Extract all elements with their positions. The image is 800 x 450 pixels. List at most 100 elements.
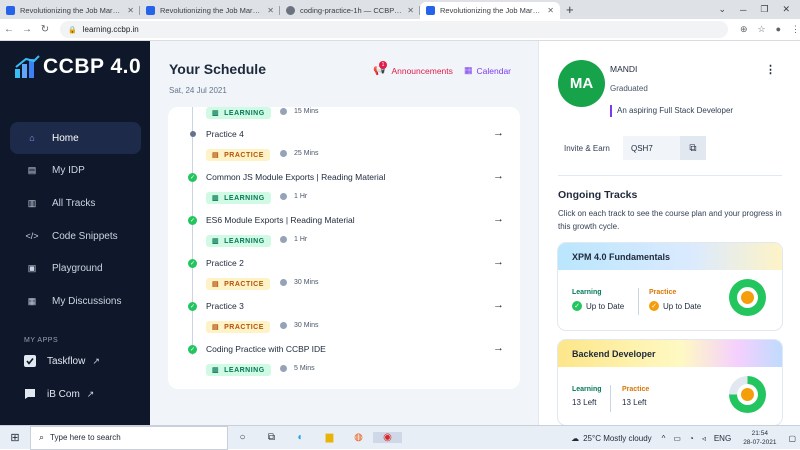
language-icon[interactable]: ENG — [714, 434, 731, 443]
book-icon: ▥ — [212, 367, 220, 374]
close-window-icon[interactable]: ✕ — [782, 4, 790, 15]
search-placeholder: Type here to search — [50, 433, 121, 442]
app-ib-com[interactable]: iB Com ↗ — [24, 388, 94, 400]
duration-text: 5 Mins — [294, 365, 315, 372]
arrow-right-icon[interactable]: → — [493, 170, 504, 182]
edge-icon[interactable]: ◐ — [286, 432, 315, 443]
list-item[interactable]: ✓ Practice 3 → ▤ PRACTICE 30 Mins — [168, 295, 520, 338]
battery-icon[interactable]: ▭ — [673, 434, 681, 443]
volume-icon[interactable]: ◃ — [702, 434, 706, 443]
duration: 30 Mins — [280, 279, 319, 286]
more-options-icon[interactable]: ⋮ — [765, 63, 776, 76]
lock-icon[interactable]: 🔒 — [68, 26, 77, 34]
clipboard-icon: ▤ — [212, 324, 220, 331]
forward-icon[interactable]: → — [18, 24, 36, 35]
list-item[interactable]: Practice 4 → ▤ PRACTICE 25 Mins — [168, 123, 520, 166]
profile-icon[interactable]: ● — [776, 24, 781, 35]
restore-icon[interactable]: ❐ — [760, 4, 768, 15]
close-icon[interactable]: ✕ — [127, 6, 134, 15]
star-icon[interactable]: ☆ — [757, 24, 765, 35]
tab-favicon — [6, 6, 15, 15]
task-view-icon[interactable]: ⧉ — [257, 432, 286, 443]
system-tray: ☁ 25°C Mostly cloudy ^ ▭ ◔ ◃ ENG 21:54 2… — [567, 426, 800, 450]
clock-icon — [280, 193, 287, 200]
sidebar-item-code-snippets[interactable]: </> Code Snippets — [10, 220, 141, 252]
megaphone-icon: 📢 1 — [373, 61, 387, 76]
sidebar-item-playground[interactable]: ▣ Playground — [10, 253, 141, 285]
window-controls: ⌄ ─ ❐ ✕ — [718, 0, 800, 19]
pending-dot-icon — [189, 131, 196, 137]
search-icon: ⌕ — [39, 432, 45, 442]
weather-text[interactable]: 25°C Mostly cloudy — [583, 434, 652, 443]
track-card[interactable]: Backend Developer Learning 13 Left Pract… — [558, 340, 782, 425]
arrow-right-icon[interactable]: → — [493, 213, 504, 225]
avatar[interactable]: MA — [558, 60, 605, 107]
sidebar-item-all-tracks[interactable]: ▥ All Tracks — [10, 187, 141, 219]
external-link-icon: ↗ — [86, 388, 95, 399]
chevron-up-icon[interactable]: ^ — [662, 434, 666, 443]
list-item[interactable]: ✓ Common JS Module Exports | Reading Mat… — [168, 166, 520, 209]
item-title: ES6 Module Exports | Reading Material — [206, 215, 355, 225]
list-item[interactable]: ✓ Coding Practice with CCBP IDE → ▥ LEARN… — [168, 338, 520, 381]
windows-start-icon[interactable]: ⊞ — [0, 431, 30, 444]
back-icon[interactable]: ← — [0, 24, 18, 35]
ccbp-logo[interactable]: CCBP 4.0 — [14, 55, 141, 79]
minimize-icon[interactable]: ─ — [740, 5, 746, 15]
app-taskflow[interactable]: Taskflow ↗ — [24, 355, 100, 367]
url-text: learning.ccbp.in — [82, 25, 139, 34]
browser-tab-active[interactable]: Revolutionizing the Job Market | ✕ — [420, 2, 560, 19]
tab-title: Revolutionizing the Job Market | — [440, 6, 544, 15]
practice-value: 13 Left — [622, 398, 647, 407]
track-card[interactable]: XPM 4.0 Fundamentals Learning ✓ Up to Dat… — [558, 243, 782, 330]
close-icon[interactable]: ✕ — [407, 6, 414, 15]
sidebar-item-my-discussions[interactable]: ▦ My Discussions — [10, 285, 141, 317]
tag-label: LEARNING — [224, 366, 265, 374]
tag-practice: ▤ PRACTICE — [206, 321, 270, 333]
file-explorer-icon[interactable]: ▆ — [315, 432, 344, 443]
new-tab-button[interactable]: + — [566, 2, 574, 17]
schedule-date: Sat, 24 Jul 2021 — [169, 86, 227, 95]
ongoing-tracks-description: Click on each track to see the course pl… — [558, 209, 782, 231]
list-item[interactable]: ▥ LEARNING 15 Mins — [168, 107, 520, 124]
sidebar-item-home[interactable]: ⌂ Home — [10, 122, 141, 154]
schedule-card: ▥ LEARNING 15 Mins Practice 4 → ▤ PRACTICE… — [168, 107, 520, 389]
arrow-right-icon[interactable]: → — [493, 256, 504, 268]
arrow-right-icon[interactable]: → — [493, 342, 504, 354]
browser-tab[interactable]: coding-practice-1h — CCBP IDE ✕ — [280, 2, 420, 19]
tab-title: Revolutionizing the Job Market | — [160, 6, 264, 15]
taskbar-search[interactable]: ⌕ Type here to search — [30, 425, 228, 450]
close-icon[interactable]: ✕ — [267, 6, 274, 15]
reload-icon[interactable]: ↻ — [36, 24, 54, 35]
item-title: Practice 4 — [206, 129, 244, 139]
browser-tab[interactable]: Revolutionizing the Job Market | ✕ — [0, 2, 140, 19]
check-circle-icon: ✓ — [188, 345, 197, 354]
sidebar-item-my-idp[interactable]: ▤ My IDP — [10, 155, 141, 187]
list-item[interactable]: ✓ Practice 2 → ▤ PRACTICE 30 Mins — [168, 252, 520, 295]
clock-icon — [280, 236, 287, 243]
user-status: Graduated — [610, 84, 648, 93]
arrow-right-icon[interactable]: → — [493, 127, 504, 139]
cortana-icon[interactable]: ○ — [228, 432, 257, 443]
network-icon[interactable]: ◔ — [689, 434, 694, 443]
close-icon[interactable]: ✕ — [547, 6, 554, 15]
chrome-icon[interactable]: ◉ — [373, 432, 402, 443]
notification-icon[interactable]: ▢ — [788, 434, 796, 443]
url-field[interactable]: 🔒 learning.ccbp.in — [60, 21, 728, 38]
menu-dots-icon[interactable]: ⋮ — [791, 24, 800, 35]
learning-label: Learning — [572, 386, 602, 393]
list-item[interactable]: ✓ ES6 Module Exports | Reading Material … — [168, 209, 520, 252]
browser-tab[interactable]: Revolutionizing the Job Market | ✕ — [140, 2, 280, 19]
item-title: Common JS Module Exports | Reading Mater… — [206, 172, 386, 182]
calendar-button[interactable]: ▦ Calendar — [464, 65, 511, 76]
arrow-right-icon[interactable]: → — [493, 299, 504, 311]
share-button[interactable]: ⧉ — [680, 136, 706, 160]
external-link-icon: ↗ — [92, 355, 100, 366]
logo-icon — [15, 55, 40, 78]
tab-search-icon[interactable]: ⌄ — [718, 4, 726, 15]
clock[interactable]: 21:54 28-07-2021 — [743, 429, 776, 447]
announcements-button[interactable]: 📢 1 Announcements — [373, 61, 453, 76]
ubuntu-icon[interactable]: ◍ — [344, 432, 373, 443]
install-icon[interactable]: ⊕ — [740, 24, 748, 35]
tag-learning: ▥ LEARNING — [206, 192, 271, 204]
app-label: iB Com — [47, 388, 80, 400]
